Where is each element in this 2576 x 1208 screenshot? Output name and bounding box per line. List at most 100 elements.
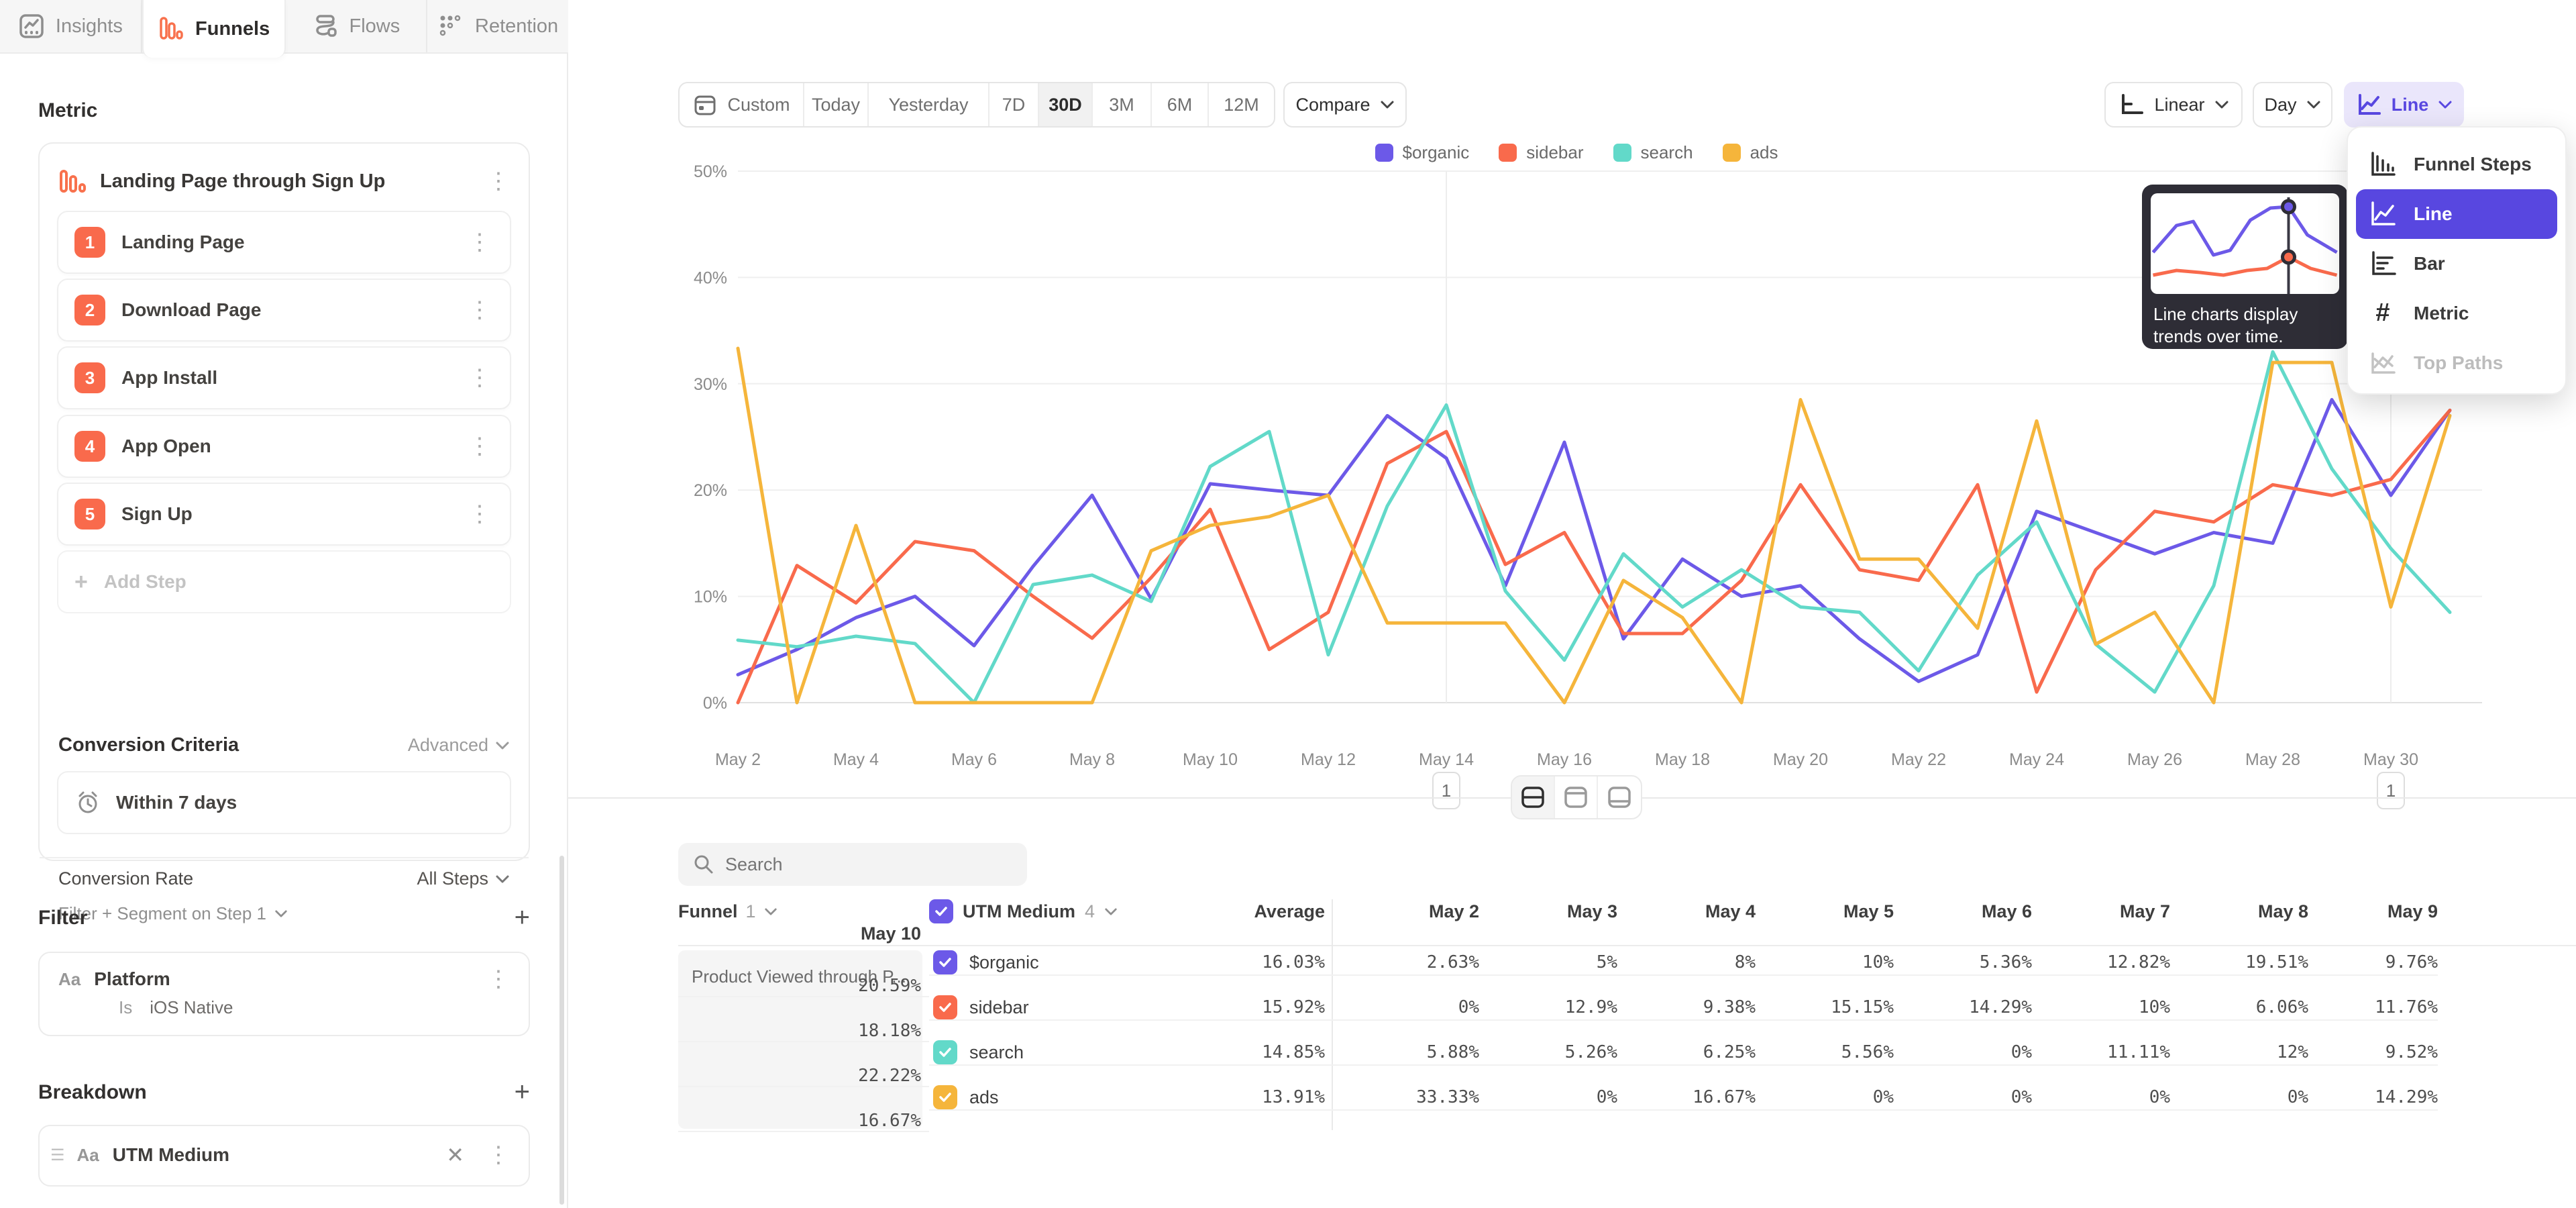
day-column-header[interactable]: May 6: [1894, 901, 2032, 922]
cell-value: 10%: [1756, 950, 1894, 976]
layout-table-only-toggle[interactable]: [1598, 776, 1641, 818]
date-range-custom[interactable]: Custom: [680, 83, 804, 126]
advanced-dropdown[interactable]: Advanced: [408, 735, 510, 756]
table-header-border: [678, 945, 2576, 946]
step-kebab-menu-icon[interactable]: ⋮: [463, 231, 496, 254]
tab-funnels[interactable]: Funnels: [142, 0, 286, 58]
series-checkbox[interactable]: [933, 1085, 957, 1109]
tab-flows[interactable]: Flows: [286, 0, 428, 52]
funnel-step-1[interactable]: 1 Landing Page ⋮: [57, 211, 511, 274]
breakdown-card[interactable]: ☰ Aa UTM Medium ✕ ⋮: [38, 1125, 530, 1187]
date-range-3m[interactable]: 3M: [1093, 83, 1152, 126]
step-label: Sign Up: [121, 503, 447, 525]
cell-value: 12.9%: [1479, 995, 1617, 1021]
day-column-header[interactable]: May 10: [678, 923, 929, 944]
funnel-step-3[interactable]: 3 App Install ⋮: [57, 346, 511, 409]
tab-label: Flows: [350, 15, 400, 38]
chart-type-dropdown[interactable]: Line: [2344, 82, 2464, 128]
series-checkbox[interactable]: [933, 950, 957, 974]
day-column-header[interactable]: May 3: [1479, 901, 1617, 922]
all-steps-dropdown[interactable]: All Steps: [417, 868, 510, 889]
date-range-6m[interactable]: 6M: [1152, 83, 1209, 126]
add-breakdown-button[interactable]: +: [515, 1077, 530, 1107]
drag-handle-icon[interactable]: ☰: [50, 1146, 64, 1165]
series-line-ads[interactable]: [738, 348, 2450, 703]
day-column-header[interactable]: May 8: [2170, 901, 2308, 922]
step-kebab-menu-icon[interactable]: ⋮: [463, 435, 496, 458]
clock-icon: [74, 789, 101, 816]
string-property-icon: Aa: [58, 969, 80, 990]
funnel-kebab-menu-icon[interactable]: ⋮: [482, 170, 515, 193]
date-range-today[interactable]: Today: [804, 83, 869, 126]
tab-retention[interactable]: Retention: [427, 0, 568, 52]
add-filter-button[interactable]: +: [515, 903, 530, 933]
step-number-badge: 5: [74, 499, 105, 530]
svg-text:May 12: May 12: [1301, 750, 1356, 769]
cell-value: 2.63%: [1332, 950, 1479, 976]
metric-section-label: Metric: [38, 99, 97, 122]
remove-breakdown-icon[interactable]: ✕: [442, 1142, 468, 1168]
cell-value: 0%: [2032, 1085, 2170, 1111]
svg-text:#: #: [2375, 299, 2390, 327]
day-column-header[interactable]: May 9: [2308, 901, 2438, 922]
svg-text:May 26: May 26: [2127, 750, 2182, 769]
breakdown-column-header[interactable]: UTM Medium 4: [929, 899, 1118, 923]
filter-card[interactable]: Aa Platform ⋮ Is iOS Native: [38, 952, 530, 1036]
annotation-badge[interactable]: 1: [2377, 772, 2405, 809]
menu-item-funnel-steps[interactable]: Funnel Steps: [2356, 140, 2557, 189]
conversion-window-button[interactable]: Within 7 days: [57, 771, 511, 834]
cell-value: 9.38%: [1617, 995, 1756, 1021]
cell-value: 16.67%: [1617, 1085, 1756, 1111]
scale-dropdown[interactable]: Linear: [2104, 82, 2243, 128]
sidebar-scrollbar[interactable]: [559, 856, 564, 1205]
svg-text:May 30: May 30: [2363, 750, 2418, 769]
day-column-header[interactable]: May 5: [1756, 901, 1894, 922]
step-kebab-menu-icon[interactable]: ⋮: [463, 299, 496, 321]
date-range-12m[interactable]: 12M: [1209, 83, 1274, 126]
funnel-step-5[interactable]: 5 Sign Up ⋮: [57, 483, 511, 546]
step-kebab-menu-icon[interactable]: ⋮: [463, 366, 496, 389]
table-search[interactable]: [678, 843, 1027, 886]
filter-kebab-menu-icon[interactable]: ⋮: [482, 968, 515, 991]
line-chart-icon: [2355, 91, 2382, 118]
series-checkbox[interactable]: [933, 1040, 957, 1064]
menu-item-line[interactable]: Line: [2356, 189, 2557, 239]
menu-item-bar[interactable]: Bar: [2356, 239, 2557, 289]
funnel-step-2[interactable]: 2 Download Page ⋮: [57, 279, 511, 342]
series-line-search[interactable]: [738, 352, 2450, 703]
cell-value: 12.82%: [2032, 950, 2170, 976]
string-property-icon: Aa: [77, 1145, 99, 1166]
series-name: sidebar: [969, 997, 1029, 1018]
svg-text:0%: 0%: [703, 694, 727, 713]
step-kebab-menu-icon[interactable]: ⋮: [463, 503, 496, 525]
breakdown-kebab-menu-icon[interactable]: ⋮: [482, 1144, 515, 1166]
menu-item-metric[interactable]: # Metric: [2356, 289, 2557, 338]
funnel-column-header[interactable]: Funnel 1: [678, 901, 929, 922]
day-column-header[interactable]: May 4: [1617, 901, 1756, 922]
annotation-badge[interactable]: 1: [1432, 772, 1460, 809]
series-name: $organic: [969, 952, 1039, 973]
funnels-app: InsightsFunnelsFlowsRetention Metric Lan…: [0, 0, 2576, 1208]
series-checkbox[interactable]: [933, 995, 957, 1019]
conversion-criteria-label: Conversion Criteria: [58, 734, 408, 756]
layout-split-toggle[interactable]: [1512, 776, 1555, 818]
date-range-30d[interactable]: 30D: [1039, 83, 1093, 126]
add-step-button[interactable]: + Add Step: [57, 550, 511, 613]
table-row-sidebar: sidebar 15.92%0%12.9%9.38%15.15%14.29%10…: [678, 995, 2576, 1040]
day-column-header[interactable]: May 7: [2032, 901, 2170, 922]
date-range-yesterday[interactable]: Yesterday: [869, 83, 989, 126]
interval-dropdown[interactable]: Day: [2253, 82, 2332, 128]
select-all-checkbox[interactable]: [929, 899, 953, 923]
filter-value[interactable]: iOS Native: [150, 997, 233, 1018]
compare-button[interactable]: Compare: [1283, 82, 1407, 128]
layout-chart-only-toggle[interactable]: [1555, 776, 1598, 818]
funnel-step-4[interactable]: 4 App Open ⋮: [57, 415, 511, 478]
date-range-7d[interactable]: 7D: [989, 83, 1039, 126]
svg-text:May 4: May 4: [833, 750, 879, 769]
tab-insights[interactable]: Insights: [0, 0, 142, 52]
tab-label: Funnels: [195, 18, 270, 40]
filter-operator[interactable]: Is: [119, 997, 132, 1018]
average-column-header[interactable]: Average: [1254, 901, 1332, 922]
day-column-header[interactable]: May 2: [1332, 901, 1479, 922]
search-input[interactable]: [725, 854, 1012, 875]
